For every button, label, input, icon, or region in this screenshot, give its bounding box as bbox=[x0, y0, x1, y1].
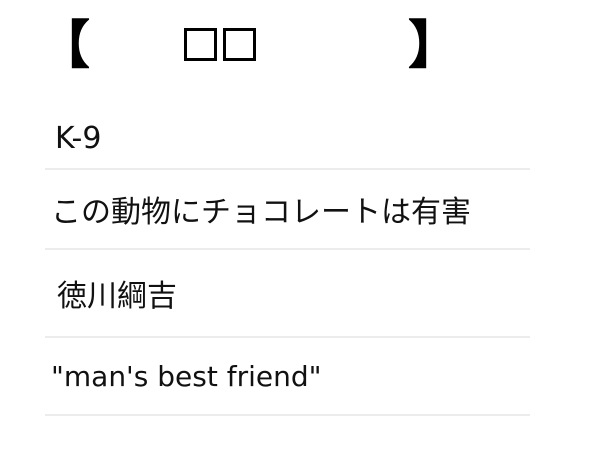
answer-blank-1[interactable] bbox=[184, 28, 217, 61]
hint-item: この動物にチョコレートは有害 bbox=[45, 170, 530, 250]
answer-blank-2[interactable] bbox=[223, 28, 256, 61]
answer-header: 【 】 bbox=[38, 16, 461, 76]
hint-item: "man's best friend" bbox=[45, 338, 530, 416]
hint-list: K-9 この動物にチョコレートは有害 徳川綱吉 "man's best frie… bbox=[45, 108, 530, 416]
answer-blanks bbox=[184, 28, 256, 61]
hint-item: 徳川綱吉 bbox=[45, 250, 530, 338]
hint-item: K-9 bbox=[45, 108, 530, 170]
bracket-open: 【 bbox=[38, 16, 91, 76]
bracket-close: 】 bbox=[408, 16, 461, 76]
